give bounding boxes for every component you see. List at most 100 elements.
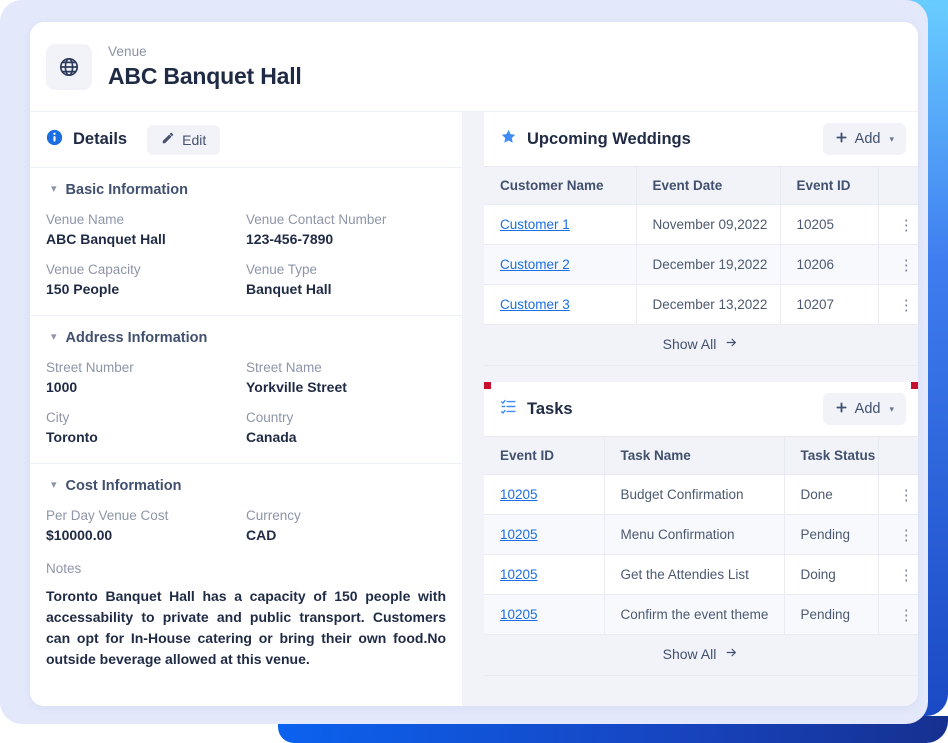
field-value: $10000.00 (46, 527, 113, 543)
field-currency: Currency CAD (246, 506, 446, 545)
add-task-label: Add (854, 401, 881, 417)
section-basic-information-header[interactable]: ▾ Basic Information (46, 182, 446, 198)
event-id-link[interactable]: 10205 (500, 487, 538, 502)
caret-down-icon[interactable]: ▾ (889, 404, 894, 415)
section-cost-information: ▾ Cost Information Per Day Venue Cost $1… (30, 464, 462, 686)
column-gutter (462, 112, 484, 706)
cell-task-name: Confirm the event theme (604, 594, 785, 635)
kebab-menu-icon[interactable]: ⋮ (899, 608, 914, 623)
table-header-row: Customer Name Event Date Event ID (484, 166, 918, 205)
column-header-event-date[interactable]: Event Date (636, 166, 781, 205)
cell-event-id: 10207 (780, 284, 879, 325)
section-address-information-title: Address Information (65, 330, 208, 346)
event-id-link[interactable]: 10205 (500, 567, 538, 582)
body-split: Details Edit ▾ Basic Information Venue N… (30, 112, 918, 706)
cell-event-date: December 19,2022 (636, 244, 781, 285)
table-row[interactable]: 10205 Menu Confirmation Pending ⋮ (484, 514, 918, 555)
cell-task-name: Budget Confirmation (604, 474, 785, 515)
tasks-panel: Tasks Add ▾ Event ID Task Name Task Stat… (484, 382, 918, 676)
show-all-label: Show All (662, 646, 717, 662)
section-address-information-header[interactable]: ▾ Address Information (46, 330, 446, 346)
column-header-event-id[interactable]: Event ID (484, 436, 605, 475)
add-wedding-button[interactable]: Add ▾ (822, 123, 906, 155)
field-street-number: Street Number 1000 (46, 358, 246, 397)
details-card: Details Edit ▾ Basic Information Venue N… (30, 112, 462, 706)
event-id-link[interactable]: 10205 (500, 607, 538, 622)
customer-link[interactable]: Customer 3 (500, 297, 570, 312)
cell-customer-name: Customer 1 (484, 204, 637, 245)
cell-event-id: 10205 (484, 594, 605, 635)
field-value: Banquet Hall (246, 281, 332, 297)
notes-label: Notes (46, 561, 82, 576)
cell-event-id: 10205 (484, 514, 605, 555)
add-task-button[interactable]: Add ▾ (822, 393, 906, 425)
table-row[interactable]: 10205 Budget Confirmation Done ⋮ (484, 474, 918, 515)
column-header-event-id[interactable]: Event ID (780, 166, 879, 205)
customer-link[interactable]: Customer 1 (500, 217, 570, 232)
field-value: 123-456-7890 (246, 231, 334, 247)
screenshot-stage: Venue ABC Banquet Hall Details Edit ▾ Ba… (0, 0, 948, 743)
column-header-customer-name[interactable]: Customer Name (484, 166, 637, 205)
plus-icon (835, 401, 848, 418)
column-header-task-status[interactable]: Task Status (784, 436, 879, 475)
column-header-actions (878, 166, 918, 205)
table-row[interactable]: Customer 1 November 09,2022 10205 ⋮ (484, 204, 918, 245)
field-label: Venue Capacity (46, 262, 141, 277)
kebab-menu-icon[interactable]: ⋮ (899, 218, 914, 233)
star-icon (500, 128, 517, 150)
tasks-table: Event ID Task Name Task Status 10205 Bud… (484, 436, 918, 635)
table-header-row: Event ID Task Name Task Status (484, 436, 918, 475)
cell-event-id: 10205 (780, 204, 879, 245)
basic-information-fields: Venue Name ABC Banquet Hall Venue Contac… (46, 210, 446, 299)
edit-button[interactable]: Edit (147, 124, 221, 155)
section-basic-information-title: Basic Information (65, 182, 188, 198)
table-row[interactable]: Customer 2 December 19,2022 10206 ⋮ (484, 244, 918, 285)
field-label: Venue Type (246, 262, 318, 277)
cell-task-status: Doing (784, 554, 879, 595)
arrow-right-icon (724, 646, 739, 662)
plus-icon (835, 131, 848, 148)
cell-event-id: 10205 (484, 554, 605, 595)
field-value: Yorkville Street (246, 379, 347, 395)
cell-task-name: Get the Attendies List (604, 554, 785, 595)
kebab-menu-icon[interactable]: ⋮ (899, 488, 914, 503)
table-row[interactable]: Customer 3 December 13,2022 10207 ⋮ (484, 284, 918, 325)
kebab-menu-icon[interactable]: ⋮ (899, 528, 914, 543)
field-country: Country Canada (246, 408, 446, 447)
cell-customer-name: Customer 2 (484, 244, 637, 285)
upcoming-weddings-footer: Show All (484, 325, 918, 366)
kebab-menu-icon[interactable]: ⋮ (899, 568, 914, 583)
cell-event-id: 10205 (484, 474, 605, 515)
table-row[interactable]: 10205 Confirm the event theme Pending ⋮ (484, 594, 918, 635)
show-all-tasks-button[interactable]: Show All (663, 646, 740, 662)
section-cost-information-header[interactable]: ▾ Cost Information (46, 478, 446, 494)
record-header: Venue ABC Banquet Hall (30, 22, 918, 112)
field-label: Street Name (246, 360, 322, 375)
upcoming-weddings-table: Customer Name Event Date Event ID Custom… (484, 166, 918, 325)
cell-row-menu: ⋮ (878, 554, 918, 595)
field-label: Venue Contact Number (246, 212, 387, 227)
chevron-down-icon[interactable]: ▾ (51, 331, 57, 343)
kebab-menu-icon[interactable]: ⋮ (899, 258, 914, 273)
caret-down-icon[interactable]: ▾ (889, 134, 894, 145)
record-header-text: Venue ABC Banquet Hall (108, 43, 302, 91)
info-circle-icon (46, 129, 63, 151)
edit-button-label: Edit (182, 131, 207, 148)
cell-row-menu: ⋮ (878, 244, 918, 285)
table-row[interactable]: 10205 Get the Attendies List Doing ⋮ (484, 554, 918, 595)
cost-information-fields: Per Day Venue Cost $10000.00 Currency CA… (46, 506, 446, 545)
chevron-down-icon[interactable]: ▾ (51, 183, 57, 195)
field-label: Country (246, 410, 294, 425)
show-all-weddings-button[interactable]: Show All (663, 336, 740, 352)
field-per-day-venue-cost: Per Day Venue Cost $10000.00 (46, 506, 246, 545)
kebab-menu-icon[interactable]: ⋮ (899, 298, 914, 313)
field-label: Venue Name (46, 212, 125, 227)
customer-link[interactable]: Customer 2 (500, 257, 570, 272)
column-header-task-name[interactable]: Task Name (604, 436, 785, 475)
field-label: Currency (246, 508, 301, 523)
chevron-down-icon[interactable]: ▾ (51, 479, 57, 491)
cell-row-menu: ⋮ (878, 204, 918, 245)
column-header-actions (878, 436, 918, 475)
notes-value: Toronto Banquet Hall has a capacity of 1… (46, 588, 446, 667)
event-id-link[interactable]: 10205 (500, 527, 538, 542)
